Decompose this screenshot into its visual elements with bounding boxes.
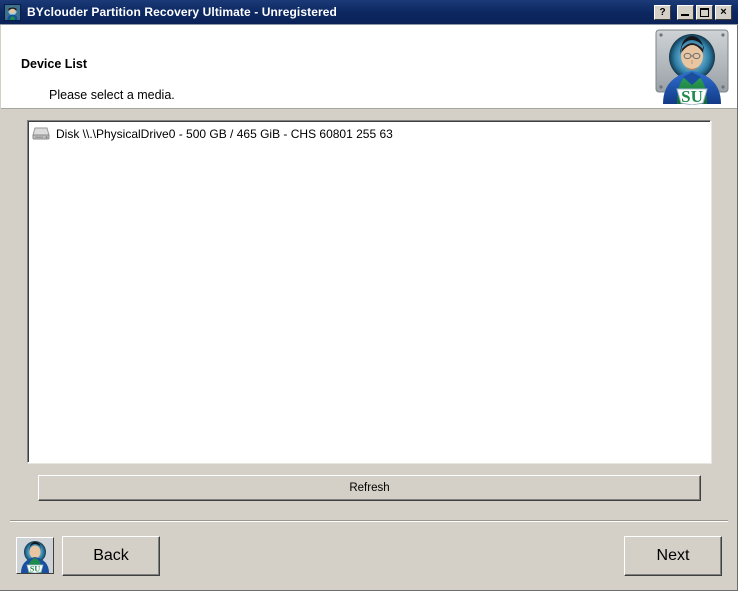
maximize-icon <box>700 7 709 17</box>
help-button[interactable]: ? <box>654 4 671 20</box>
content-area: Disk \\.\PhysicalDrive0 - 500 GB / 465 G… <box>1 109 737 590</box>
minimize-button[interactable] <box>677 4 694 20</box>
close-button[interactable]: × <box>715 4 732 20</box>
byclouder-superhero-logo: SU <box>651 27 733 106</box>
page-header: Device List Please select a media. SU <box>1 25 737 109</box>
refresh-button[interactable]: Refresh <box>38 475 701 501</box>
page-title: Device List <box>21 57 88 71</box>
window-title: BYclouder Partition Recovery Ultimate - … <box>27 5 337 19</box>
svg-text:SU: SU <box>30 565 40 574</box>
minimize-icon <box>681 13 689 16</box>
hard-disk-icon <box>32 127 50 141</box>
back-button[interactable]: Back <box>62 536 160 576</box>
list-item-label: Disk \\.\PhysicalDrive0 - 500 GB / 465 G… <box>56 126 393 141</box>
app-logo-icon <box>4 3 21 21</box>
page-subtitle: Please select a media. <box>49 88 175 102</box>
list-item[interactable]: Disk \\.\PhysicalDrive0 - 500 GB / 465 G… <box>32 124 710 144</box>
svg-text:SU: SU <box>681 87 703 105</box>
window-controls: ? × <box>654 4 732 20</box>
footer-separator <box>10 520 728 522</box>
window-border-left <box>0 25 1 591</box>
maximize-button[interactable] <box>696 4 713 20</box>
title-bar: BYclouder Partition Recovery Ultimate - … <box>0 0 738 25</box>
byclouder-logo-button[interactable]: SU <box>16 537 54 574</box>
next-button[interactable]: Next <box>624 536 722 576</box>
device-listbox[interactable]: Disk \\.\PhysicalDrive0 - 500 GB / 465 G… <box>27 120 711 463</box>
application-window: BYclouder Partition Recovery Ultimate - … <box>0 0 738 591</box>
